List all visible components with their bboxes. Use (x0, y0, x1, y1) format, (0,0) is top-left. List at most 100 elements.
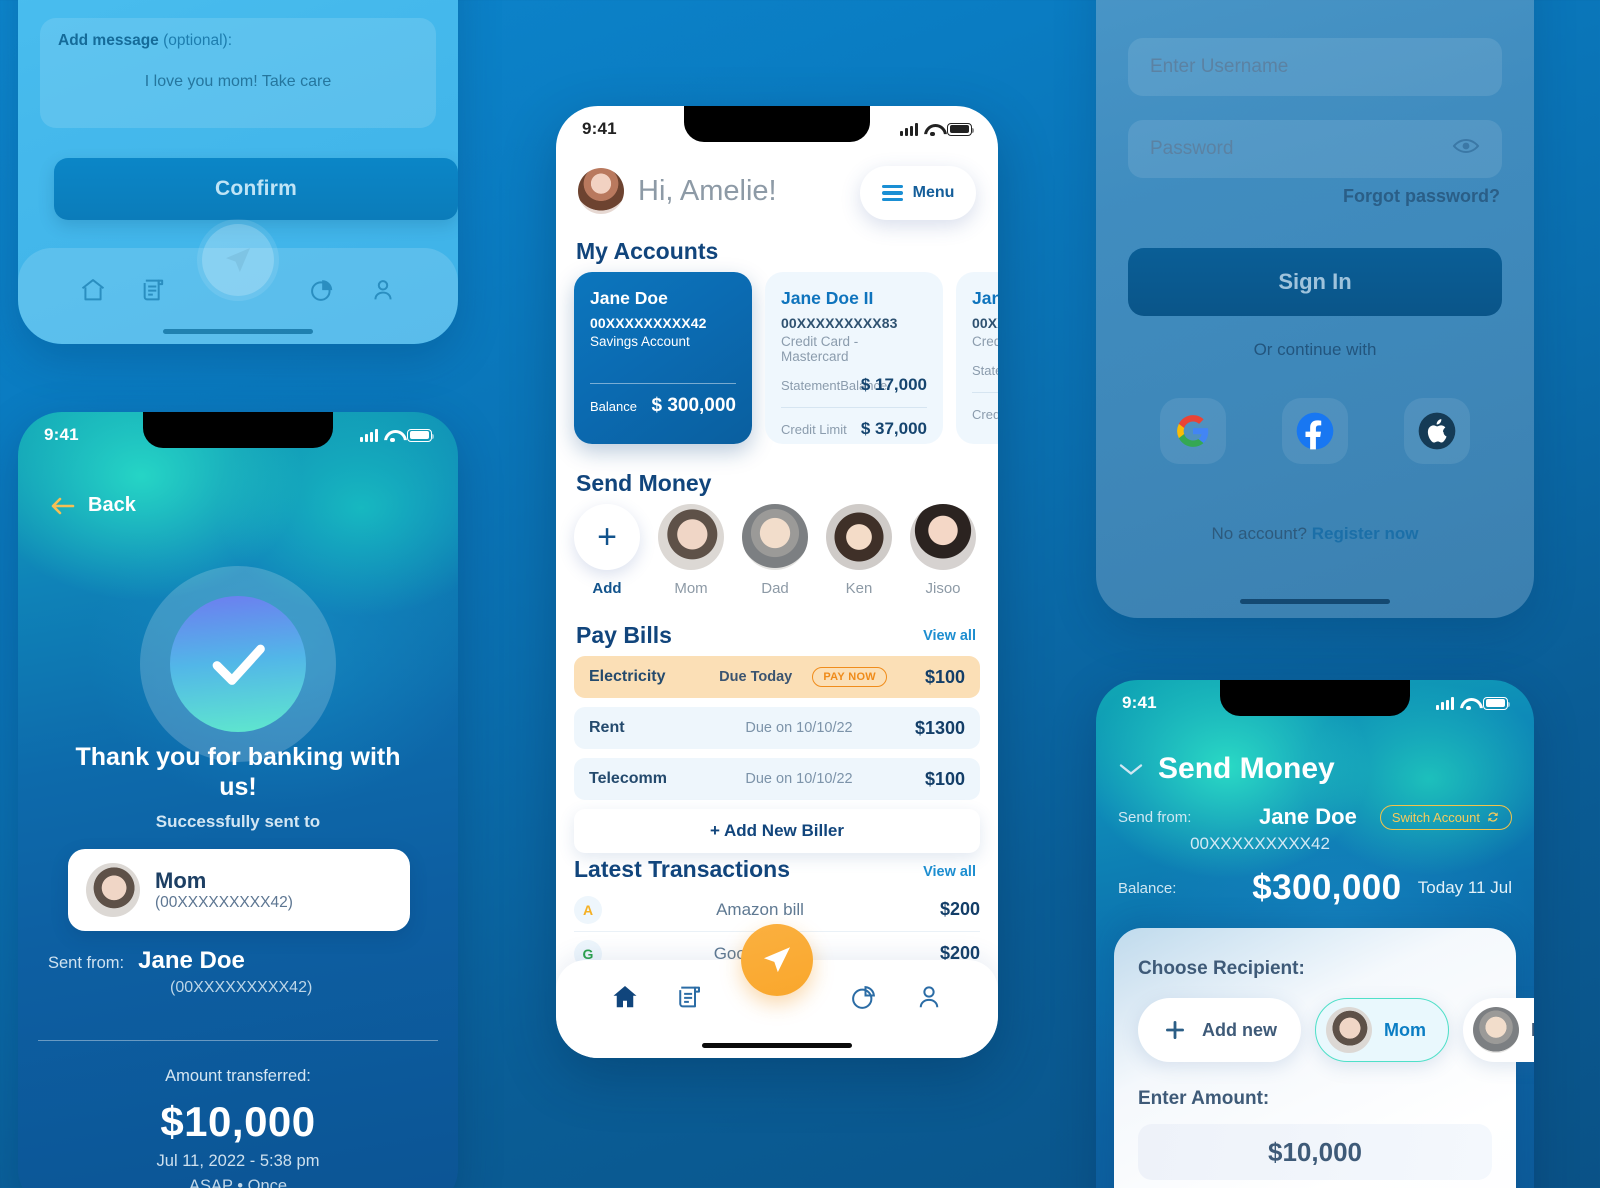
apple-icon (1418, 412, 1456, 450)
mom-avatar (1326, 1007, 1372, 1053)
register-link[interactable]: Register now (1312, 524, 1419, 543)
or-continue-label: Or continue with (1253, 340, 1377, 359)
send-money-header: Send Money (1118, 752, 1335, 786)
google-signin-button[interactable] (1160, 398, 1226, 464)
status-indicators (1436, 696, 1511, 711)
statement-icon[interactable] (675, 982, 705, 1012)
send-money-fab[interactable] (741, 924, 813, 996)
contact-item[interactable]: Mom (658, 504, 724, 597)
chart-icon[interactable] (308, 276, 336, 304)
mom-avatar (86, 863, 140, 917)
forgot-password-link[interactable]: Forgot password? (1343, 186, 1500, 207)
apple-signin-button[interactable] (1404, 398, 1470, 464)
transaction-amount: $200 (939, 899, 980, 919)
bills-view-all-link[interactable]: View all (923, 628, 976, 644)
dad-avatar (1473, 1007, 1519, 1053)
home-icon[interactable] (610, 982, 640, 1012)
bottom-nav-bar (18, 224, 458, 344)
bill-row[interactable]: Telecomm Due on 10/10/22 $100 (574, 758, 980, 800)
signal-icon (360, 428, 378, 442)
bill-row[interactable]: Electricity Due Today PAY NOW $100 (574, 656, 980, 698)
avatar[interactable] (578, 168, 624, 214)
back-button[interactable]: Back (50, 494, 136, 517)
password-input[interactable]: Password (1128, 120, 1502, 178)
arrow-left-icon (51, 497, 75, 514)
bill-row[interactable]: Rent Due on 10/10/22 $1300 (574, 707, 980, 749)
message-input-box[interactable]: Add message (optional): I love you mom! … (40, 18, 436, 128)
bill-amount: $1300 (914, 717, 965, 738)
eye-icon[interactable] (1452, 136, 1480, 162)
account-card[interactable]: Jane Doe III 00XXXXXXXXX91 Credit Card -… (956, 272, 998, 444)
refresh-icon (1488, 812, 1498, 822)
profile-icon[interactable] (914, 982, 944, 1012)
no-account-text: No account? (1211, 524, 1312, 543)
amount-input[interactable]: $10,000 (1138, 1124, 1492, 1180)
account-type: Savings Account (590, 334, 690, 349)
recipient-card[interactable]: Mom (00XXXXXXXXX42) (68, 849, 410, 931)
battery-icon (947, 122, 975, 136)
message-label-rest: (optional): (158, 32, 233, 49)
home-icon[interactable] (79, 276, 107, 304)
transaction-name: Amazon bill (716, 899, 804, 919)
statement-balance-label: StatementBalance (781, 378, 888, 393)
recipient-chip-mom[interactable]: Mom (1315, 998, 1449, 1062)
account-card[interactable]: Jane Doe II 00XXXXXXXXX83 Credit Card - … (765, 272, 943, 444)
transactions-view-all-link[interactable]: View all (923, 864, 976, 880)
chevron-down-icon[interactable] (1118, 760, 1144, 778)
message-value[interactable]: I love you mom! Take care (58, 73, 418, 91)
menu-button[interactable]: Menu (860, 166, 976, 220)
switch-account-button[interactable]: Switch Account (1379, 804, 1512, 830)
confirm-screen-phone: Add message (optional): I love you mom! … (18, 0, 458, 344)
wifi-icon (1460, 697, 1477, 711)
pay-now-badge[interactable]: PAY NOW (812, 667, 887, 687)
add-new-biller-button[interactable]: + Add New Biller (574, 809, 980, 853)
accounts-title: My Accounts (576, 238, 719, 264)
contact-add[interactable]: + Add (574, 504, 640, 597)
facebook-signin-button[interactable] (1282, 398, 1348, 464)
account-type: Credit Card - Visa (972, 334, 998, 349)
plus-icon: + (574, 504, 640, 570)
bill-due: Due Today (719, 669, 793, 685)
profile-icon[interactable] (369, 276, 397, 304)
recipient-name: Mom (155, 868, 207, 894)
send-money-sheet: Choose Recipient: Add new Mom Dad Enter … (1114, 928, 1534, 1188)
recipient-chip-dad[interactable]: Dad (1463, 998, 1534, 1062)
dad-avatar (742, 504, 808, 570)
contacts-row[interactable]: + Add Mom Dad Ken Jisoo (574, 504, 998, 597)
statement-balance-row: StatementBalance $ 17,000 (781, 375, 927, 395)
balance-label: Balance: (1118, 879, 1177, 897)
add-new-recipient-button[interactable]: Add new (1138, 998, 1301, 1062)
divider (38, 1040, 438, 1041)
chart-icon[interactable] (849, 982, 879, 1012)
recipient-chips-row[interactable]: Add new Mom Dad (1138, 998, 1534, 1062)
accounts-carousel[interactable]: Jane Doe 00XXXXXXXXX42 Savings Account B… (574, 272, 998, 444)
statement-icon[interactable] (140, 276, 168, 304)
send-icon (763, 947, 791, 973)
credit-limit-value: $ 37,000 (860, 419, 927, 438)
divider (590, 383, 736, 384)
send-from-label: Send from: (1118, 808, 1192, 826)
greeting-row: Hi, Amelie! (578, 168, 777, 214)
wifi-icon (384, 429, 401, 443)
wifi-icon (924, 123, 941, 137)
success-check-badge (140, 566, 336, 762)
hamburger-icon (881, 184, 903, 202)
recipient-info: Mom (00XXXXXXXXX42) (155, 868, 293, 911)
status-time: 9:41 (1122, 693, 1157, 712)
contact-item[interactable]: Ken (826, 504, 892, 597)
amount-value: $10,000 (160, 1098, 316, 1145)
bill-amount: $100 (924, 666, 965, 687)
sign-in-button[interactable]: Sign In (1128, 248, 1502, 316)
status-indicators (900, 122, 975, 137)
social-login-row (1096, 398, 1534, 464)
contact-item[interactable]: Jisoo (910, 504, 976, 597)
username-input[interactable]: Enter Username (1128, 38, 1502, 96)
account-name: Jane Doe III (972, 288, 998, 308)
sender-row: Sent from: Jane Doe (48, 947, 245, 975)
contact-item[interactable]: Dad (742, 504, 808, 597)
confirm-button[interactable]: Confirm (54, 158, 458, 220)
send-money-fab[interactable] (202, 224, 274, 296)
notch (684, 106, 870, 142)
home-screen-phone: 9:41 Hi, Amelie! Menu My Accounts Jane D… (556, 106, 998, 1058)
account-card[interactable]: Jane Doe 00XXXXXXXXX42 Savings Account B… (574, 272, 752, 444)
